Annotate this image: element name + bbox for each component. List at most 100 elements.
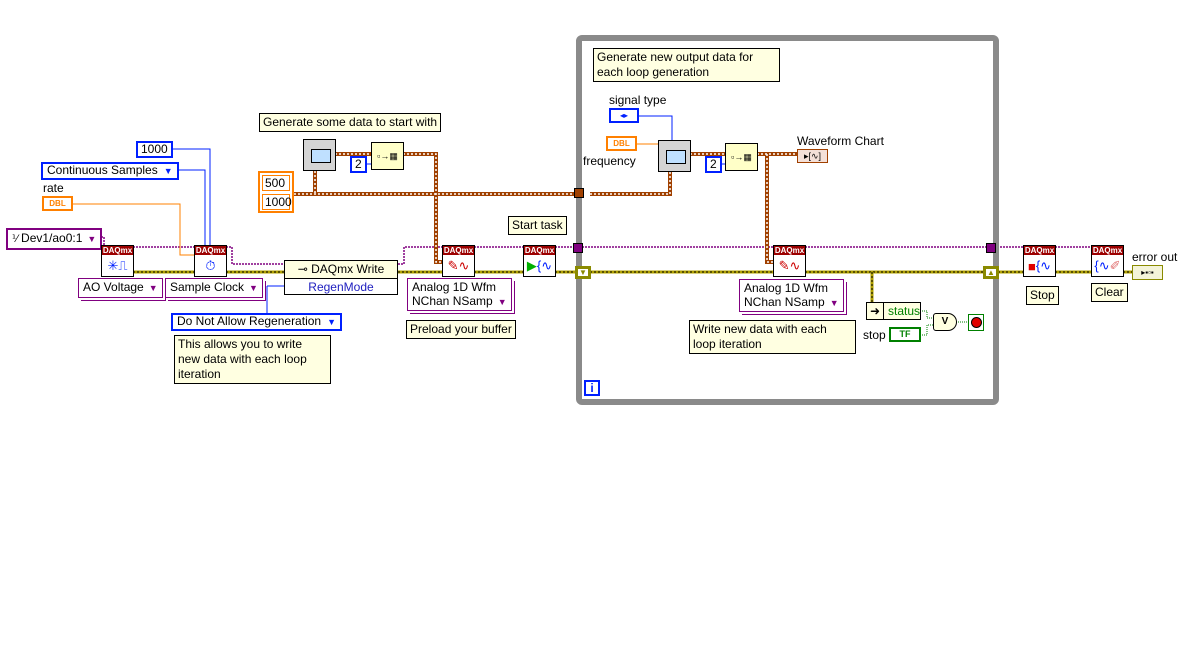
dropdown-arrow-icon: ▼ xyxy=(829,298,839,308)
io-icon: ⅟ xyxy=(12,234,18,245)
write-mode-line: NChan NSamp xyxy=(744,295,825,309)
frequency-label: frequency xyxy=(583,154,636,168)
write-mode-selector-loop[interactable]: Analog 1D Wfm NChan NSamp ▼ xyxy=(739,279,844,312)
clock-icon: ⏱ xyxy=(205,258,216,273)
loop-comment: Generate new output data for each loop g… xyxy=(593,48,780,82)
dropdown-arrow-icon: ▼ xyxy=(249,283,258,293)
daqmx-write-node-loop[interactable]: DAQmx ✎∿ xyxy=(773,245,806,277)
daqmx-timing-node[interactable]: DAQmx ⏱ xyxy=(194,245,227,277)
array-element[interactable]: 500 xyxy=(262,175,290,191)
eraser-icon: {∿ ✐ xyxy=(1094,258,1121,273)
daqmx-badge: DAQmx xyxy=(443,246,474,255)
write-mode-line: Analog 1D Wfm xyxy=(744,281,829,295)
write-mode-line: Analog 1D Wfm xyxy=(412,280,497,294)
regen-mode-value: Do Not Allow Regeneration xyxy=(177,314,322,328)
write-pencil-icon: ✎∿ xyxy=(778,258,801,273)
channel-type-selector[interactable]: AO Voltage ▼ xyxy=(78,278,163,298)
regen-comment: This allows you to write new data with e… xyxy=(174,335,331,384)
waveform-chart-terminal[interactable]: ▸[∿] xyxy=(797,149,828,163)
dropdown-arrow-icon: ▼ xyxy=(163,166,173,176)
clear-comment: Clear xyxy=(1091,283,1128,302)
property-node-header: ⊸ DAQmx Write xyxy=(285,261,397,279)
waveform-icon xyxy=(666,150,686,164)
build-array-icon: ▫→▦ xyxy=(731,151,752,162)
build-count-constant[interactable]: 2 xyxy=(350,156,367,173)
build-array-icon: ▫→▦ xyxy=(377,150,398,161)
unbundle-status-node[interactable]: ➜ status xyxy=(866,302,921,320)
dropdown-arrow-icon: ▼ xyxy=(87,234,97,244)
sample-mode-ring[interactable]: Continuous Samples ▼ xyxy=(41,162,179,180)
write-loop-comment: Write new data with each loop iteration xyxy=(689,320,856,354)
daqmx-clear-task-node[interactable]: DAQmx {∿ ✐ xyxy=(1091,245,1124,277)
dropdown-arrow-icon: ▼ xyxy=(497,297,507,307)
chart-icon: ▸[∿] xyxy=(803,151,822,161)
dropdown-arrow-icon: ▼ xyxy=(148,283,158,293)
basic-function-generator-node[interactable] xyxy=(303,139,336,171)
rate-control[interactable]: DBL xyxy=(42,196,73,211)
dropdown-arrow-icon: ▼ xyxy=(327,317,337,327)
build-count-constant-loop[interactable]: 2 xyxy=(705,156,722,173)
timing-type-value: Sample Clock xyxy=(170,280,245,294)
frequency-control[interactable]: DBL xyxy=(606,136,637,151)
block-diagram: 1000 Continuous Samples ▼ rate DBL ⅟ Dev1… xyxy=(0,0,1198,648)
build-waveform-array-node-loop[interactable]: ▫→▦ xyxy=(725,143,758,171)
channel-value: Dev1/ao0:1 xyxy=(21,231,83,245)
start-task-comment: Start task xyxy=(508,216,567,235)
stop-button-control[interactable]: TF xyxy=(889,327,921,342)
channel-type-value: AO Voltage xyxy=(83,280,144,294)
shift-register-left-icon[interactable]: ▼ xyxy=(575,266,591,279)
rate-label: rate xyxy=(43,181,64,195)
samples-per-channel-constant[interactable]: 1000 xyxy=(136,141,173,158)
sample-mode-value: Continuous Samples xyxy=(47,163,158,177)
stop-label: stop xyxy=(863,328,886,342)
daqmx-badge: DAQmx xyxy=(1024,246,1055,255)
signal-type-control[interactable]: ◂▸ xyxy=(609,108,639,123)
frequency-array-constant[interactable]: 500 1000 xyxy=(258,171,294,213)
daqmx-badge: DAQmx xyxy=(774,246,805,255)
daqmx-start-task-node[interactable]: DAQmx ▶ {∿ xyxy=(523,245,556,277)
or-function-icon[interactable]: V xyxy=(933,313,957,331)
channel-constant[interactable]: ⅟ Dev1/ao0:1 ▼ xyxy=(6,228,103,250)
enum-icon: ◂▸ xyxy=(619,111,629,120)
waveform-icon xyxy=(311,149,331,163)
waveform-tunnel xyxy=(574,188,584,198)
array-element[interactable]: 1000 xyxy=(262,194,292,210)
property-node-title: DAQmx Write xyxy=(311,262,385,276)
daqmx-badge: DAQmx xyxy=(195,246,226,255)
write-mode-line: NChan NSamp xyxy=(412,294,493,308)
daqmx-badge: DAQmx xyxy=(102,246,133,255)
shift-register-right-icon[interactable]: ▲ xyxy=(983,266,999,279)
timing-type-selector[interactable]: Sample Clock ▼ xyxy=(165,278,263,298)
regen-mode-property[interactable]: RegenMode xyxy=(285,279,397,296)
create-channel-icon: ✳⎍ xyxy=(107,258,128,273)
write-mode-selector-preload[interactable]: Analog 1D Wfm NChan NSamp ▼ xyxy=(407,278,512,311)
stop-sign-icon xyxy=(970,317,982,328)
signal-type-label: signal type xyxy=(609,93,667,107)
daqmx-create-channel-node[interactable]: DAQmx ✳⎍ xyxy=(101,245,134,277)
play-icon: ▶ {∿ xyxy=(526,258,553,273)
iteration-terminal: i xyxy=(584,380,600,396)
loop-condition-terminal[interactable] xyxy=(968,314,984,331)
status-label: status xyxy=(887,304,920,318)
stop-square-icon: ■ {∿ xyxy=(1027,258,1052,274)
daqmx-badge: DAQmx xyxy=(524,246,555,255)
error-out-indicator[interactable]: ▸▪▫▪ xyxy=(1132,265,1163,280)
arrow-right-icon: ➜ xyxy=(867,303,884,319)
build-waveform-array-node[interactable]: ▫→▦ xyxy=(371,142,404,170)
error-cluster-icon: ▸▪▫▪ xyxy=(1141,268,1154,277)
basic-function-generator-node-loop[interactable] xyxy=(658,140,691,172)
preload-comment: Preload your buffer xyxy=(406,320,516,339)
task-tunnel-right xyxy=(986,243,996,253)
write-pencil-icon: ✎∿ xyxy=(447,258,470,273)
waveform-chart-label: Waveform Chart xyxy=(797,134,884,148)
error-out-label: error out xyxy=(1132,250,1178,264)
daqmx-badge: DAQmx xyxy=(1092,246,1123,255)
regen-mode-ring[interactable]: Do Not Allow Regeneration ▼ xyxy=(171,313,343,331)
key-icon: ⊸ xyxy=(297,262,308,276)
task-tunnel-left xyxy=(573,243,583,253)
generate-data-comment: Generate some data to start with xyxy=(259,113,442,132)
daqmx-write-property-node[interactable]: ⊸ DAQmx Write RegenMode xyxy=(284,260,398,295)
daqmx-stop-task-node[interactable]: DAQmx ■ {∿ xyxy=(1023,245,1056,277)
stop-comment: Stop xyxy=(1026,286,1059,305)
daqmx-write-node-preload[interactable]: DAQmx ✎∿ xyxy=(442,245,475,277)
